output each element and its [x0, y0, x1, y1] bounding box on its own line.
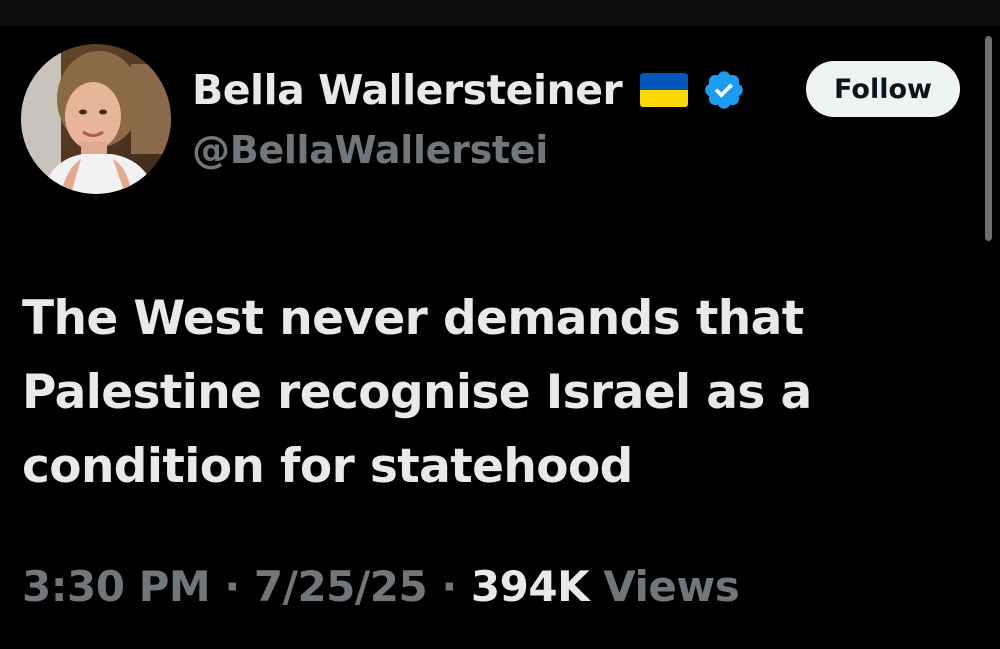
author-handle[interactable]: @BellaWallerstei [192, 128, 548, 172]
author-display-name[interactable]: Bella Wallersteiner [192, 66, 623, 114]
tweet-line: The West never demands that [22, 291, 804, 346]
avatar[interactable] [21, 44, 171, 194]
scrollbar[interactable] [985, 36, 992, 241]
tweet-meta: 3:30 PM · 7/25/25 · 394K Views [22, 562, 740, 611]
tweet-line: condition for statehood [22, 439, 633, 494]
tweet-text: The West never demands that Palestine re… [22, 282, 922, 504]
verified-badge-icon[interactable] [702, 68, 746, 112]
ukraine-flag-icon [640, 73, 689, 107]
meta-separator: · [224, 562, 240, 611]
follow-button[interactable]: Follow [806, 61, 960, 117]
tweet-date[interactable]: 7/25/25 [254, 562, 428, 611]
author-name-row: Bella Wallersteiner [192, 62, 746, 118]
tweet-line: Palestine recognise Israel as a [22, 365, 812, 420]
avatar-photo [21, 44, 171, 194]
tweet-time[interactable]: 3:30 PM [22, 562, 211, 611]
views-label: Views [603, 562, 740, 611]
meta-separator: · [441, 562, 457, 611]
top-status-strip [0, 0, 1000, 26]
views-count: 394K [470, 562, 590, 611]
